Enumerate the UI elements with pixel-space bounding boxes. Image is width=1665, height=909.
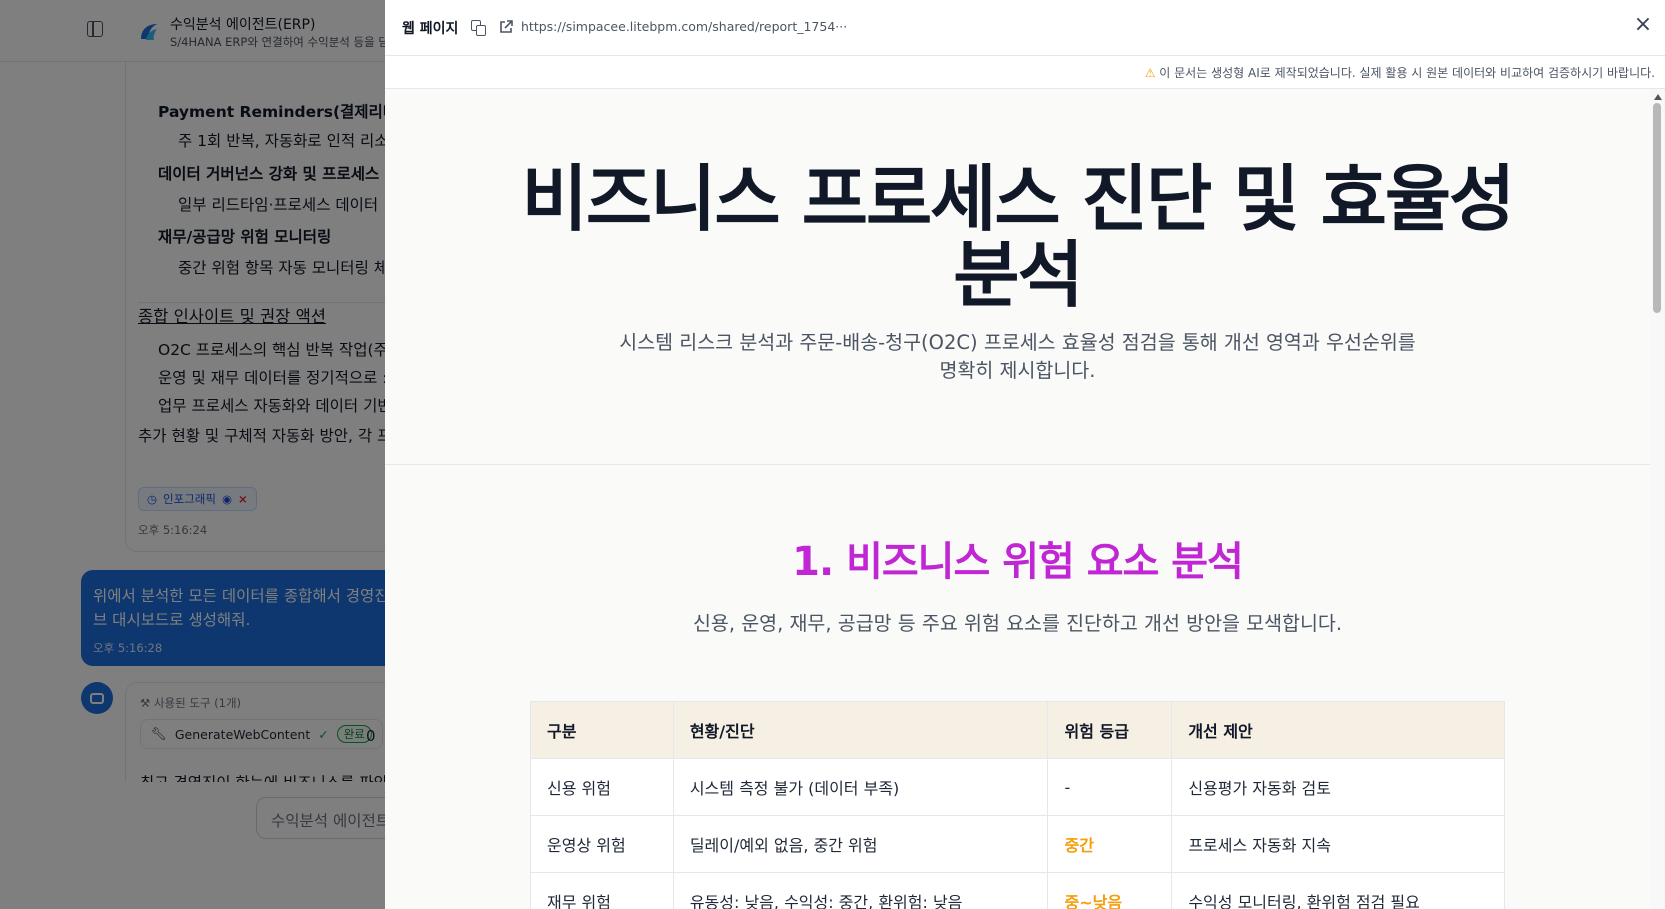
column-header: 개선 제안 <box>1171 701 1505 759</box>
suggestion-cell: 신용평가 자동화 검토 <box>1171 758 1505 816</box>
web-page-modal: 웹 페이지 https://simpacee.litebpm.com/share… <box>385 0 1665 909</box>
report-hero: 비즈니스 프로세스 진단 및 효율성 분석 시스템 리스크 분석과 주문-배송-… <box>385 89 1650 465</box>
scroll-up-arrow-icon[interactable] <box>1654 94 1662 100</box>
modal-title: 웹 페이지 <box>402 21 459 37</box>
ai-disclaimer-bar: ⚠ 이 문서는 생성형 AI로 제작되었습니다. 실제 활용 시 원본 데이터와… <box>385 56 1665 89</box>
external-link-icon[interactable] <box>498 19 514 35</box>
warning-icon: ⚠ <box>1144 66 1156 80</box>
category-cell: 재무 위험 <box>530 872 674 909</box>
category-cell: 운영상 위험 <box>530 815 674 873</box>
risk-level-cell: 중간 <box>1047 815 1173 873</box>
suggestion-cell: 프로세스 자동화 지속 <box>1171 815 1505 873</box>
column-header: 구분 <box>530 701 674 759</box>
risk-level-cell: - <box>1047 758 1173 816</box>
table-row: 재무 위험 유동성: 낮음, 수익성: 중간, 환위험: 낮음 중~낮음 수익성… <box>530 872 1505 909</box>
close-icon[interactable]: × <box>1629 12 1657 40</box>
status-cell: 유동성: 낮음, 수익성: 중간, 환위험: 낮음 <box>672 872 1049 909</box>
section-description: 신용, 운영, 재무, 공급망 등 주요 위험 요소를 진단하고 개선 방안을 … <box>692 612 1343 635</box>
report-subtitle: 시스템 리스크 분석과 주문-배송-청구(O2C) 프로세스 효율성 점검을 통… <box>619 331 1416 382</box>
copy-icon[interactable] <box>471 20 487 36</box>
ai-disclaimer-text: 이 문서는 생성형 AI로 제작되었습니다. 실제 활용 시 원본 데이터와 비… <box>1159 66 1655 80</box>
section-title: 1. 비즈니스 위험 요소 분석 <box>792 539 1244 585</box>
suggestion-cell: 수익성 모니터링, 환위험 점검 필요 <box>1171 872 1505 909</box>
table-row: 신용 위험 시스템 측정 불가 (데이터 부족) - 신용평가 자동화 검토 <box>530 758 1505 816</box>
scrollbar-thumb[interactable] <box>1653 103 1661 313</box>
report-content: 비즈니스 프로세스 진단 및 효율성 분석 시스템 리스크 분석과 주문-배송-… <box>385 89 1650 909</box>
report-title: 비즈니스 프로세스 진단 및 효율성 분석 <box>521 157 1516 317</box>
page-url[interactable]: https://simpacee.litebpm.com/shared/repo… <box>521 19 847 34</box>
risk-level-cell: 중~낮음 <box>1047 872 1173 909</box>
category-cell: 신용 위험 <box>530 758 674 816</box>
status-cell: 시스템 측정 불가 (데이터 부족) <box>672 758 1049 816</box>
column-header: 위험 등급 <box>1047 701 1173 759</box>
column-header: 현황/진단 <box>672 701 1049 759</box>
table-row: 운영상 위험 딜레이/예외 없음, 중간 위험 중간 프로세스 자동화 지속 <box>530 815 1505 873</box>
modal-header: 웹 페이지 https://simpacee.litebpm.com/share… <box>385 0 1665 56</box>
table-header-row: 구분 현황/진단 위험 등급 개선 제안 <box>530 701 1505 759</box>
status-cell: 딜레이/예외 없음, 중간 위험 <box>672 815 1049 873</box>
risk-table: 구분 현황/진단 위험 등급 개선 제안 신용 위험 시스템 측정 불가 (데이… <box>530 701 1505 909</box>
